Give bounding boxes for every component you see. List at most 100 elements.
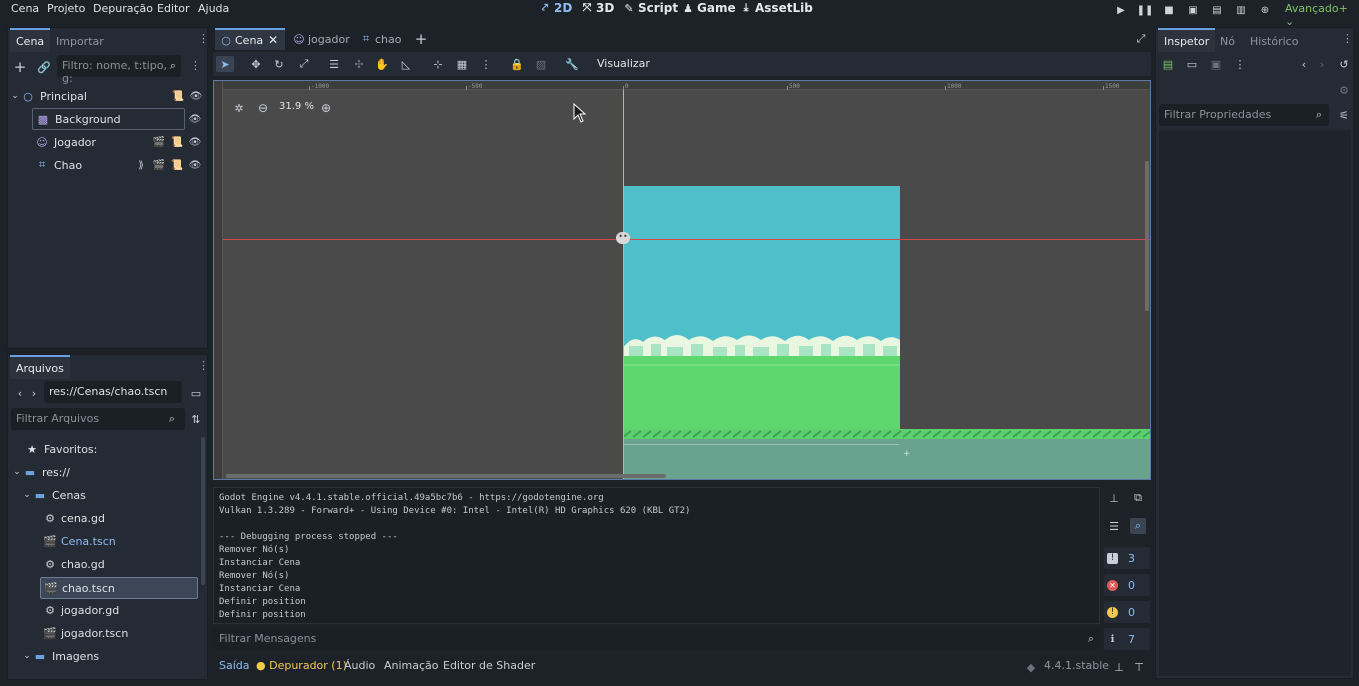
vertical-scrollbar[interactable]: [1145, 161, 1149, 311]
snap-options-icon[interactable]: ⋮: [477, 56, 495, 72]
zoom-level[interactable]: 31.9 %: [279, 101, 314, 112]
message-filter-input[interactable]: Filtrar Mensagens: [213, 628, 1100, 650]
filter-info-button[interactable]: ℹ 7: [1104, 628, 1150, 650]
property-filter-input[interactable]: Filtrar Propriedades: [1159, 104, 1329, 126]
select-tool-icon[interactable]: ➤: [216, 56, 234, 72]
group-icon[interactable]: ▨: [532, 56, 550, 72]
horizontal-scrollbar[interactable]: [226, 474, 666, 478]
pin-icon[interactable]: ⊥: [1111, 659, 1127, 675]
file-row-jogador-gd[interactable]: ⚙ jogador.gd: [42, 599, 119, 621]
play-custom-scene-icon[interactable]: ▥: [1232, 2, 1250, 18]
more-options-icon[interactable]: ⋮: [1342, 32, 1353, 48]
history-forward-icon[interactable]: ›: [1314, 56, 1330, 72]
copy-output-icon[interactable]: ⧉: [1130, 490, 1146, 506]
visibility-icon[interactable]: 👁: [188, 158, 202, 172]
pause-icon[interactable]: ❚❚: [1136, 2, 1154, 18]
new-resource-icon[interactable]: ▤: [1160, 56, 1176, 72]
inspector-options-icon[interactable]: ⚟: [1336, 107, 1352, 123]
scene-options-icon[interactable]: ⋮: [190, 59, 201, 75]
tab-arquivos[interactable]: Arquivos: [10, 355, 70, 379]
tab-editor-de-shader[interactable]: Editor de Shader: [443, 659, 535, 672]
stop-icon[interactable]: ■: [1160, 2, 1178, 18]
scale-tool-icon[interactable]: ⤢: [295, 56, 313, 72]
tab-historico[interactable]: Histórico: [1244, 28, 1304, 52]
list-select-icon[interactable]: ☰: [325, 56, 343, 72]
split-view-icon[interactable]: ▭: [188, 385, 204, 401]
file-row-cena-tscn[interactable]: 🎬 Cena.tscn: [42, 530, 116, 552]
load-resource-icon[interactable]: ▭: [1184, 56, 1200, 72]
tab-audio[interactable]: Áudio: [344, 659, 375, 672]
tab-no[interactable]: Nó: [1214, 28, 1241, 52]
zoom-in-icon[interactable]: ⊕: [318, 100, 334, 116]
filter-errors-button[interactable]: ✕ 0: [1104, 574, 1150, 596]
script-attached-icon[interactable]: 📜: [170, 158, 184, 172]
folder-row-res[interactable]: ⌄ ▬ res://: [12, 461, 70, 483]
visualizar-menu[interactable]: Visualizar: [597, 57, 650, 70]
menu-cena[interactable]: Cena: [11, 2, 39, 15]
node-row-background[interactable]: ▩ Background: [32, 108, 185, 130]
scene-filter-input[interactable]: Filtro: nome, t:tipo, g:: [57, 55, 181, 85]
visibility-icon[interactable]: 👁: [189, 89, 203, 103]
ground-area[interactable]: +: [623, 429, 1150, 479]
workspace-2d-button[interactable]: ⤤ 2D: [539, 1, 572, 15]
output-log[interactable]: Godot Engine v4.4.1.stable.official.49a5…: [213, 487, 1100, 624]
lock-icon[interactable]: 🔒: [508, 56, 526, 72]
play-icon[interactable]: ▶: [1112, 2, 1130, 18]
renderer-selector[interactable]: Avançado+ ⌄: [1285, 2, 1359, 28]
zoom-out-icon[interactable]: ⊖: [255, 100, 271, 116]
move-tool-icon[interactable]: ✥: [247, 56, 265, 72]
pivot-tool-icon[interactable]: ✣: [350, 56, 368, 72]
tab-saida[interactable]: Saída: [219, 659, 250, 672]
node-row-chao[interactable]: ⌗ Chao: [34, 154, 134, 176]
expand-panel-icon[interactable]: ⊤: [1131, 659, 1147, 675]
rotate-tool-icon[interactable]: ↻: [270, 56, 288, 72]
ruler-tool-icon[interactable]: ◺: [397, 56, 415, 72]
script-attached-icon[interactable]: 📜: [171, 89, 185, 103]
tab-scene-jogador[interactable]: ☺ jogador: [288, 28, 356, 50]
tab-scene-cena[interactable]: ○ Cena ✕: [215, 28, 286, 50]
add-tab-icon[interactable]: +: [413, 30, 429, 48]
menu-projeto[interactable]: Projeto: [47, 2, 85, 15]
canvas-viewport[interactable]: -1000 -500 0 500 1000 1500 + •• ✲ ⊖ 31.9…: [213, 80, 1151, 480]
tab-scene-chao[interactable]: ⌗ chao: [355, 28, 408, 50]
filter-warnings-button[interactable]: ! 0: [1104, 601, 1150, 623]
signal-icon[interactable]: ⟫: [134, 158, 148, 172]
chevron-down-icon[interactable]: ⌄: [10, 88, 20, 104]
tab-importar[interactable]: Importar: [50, 28, 110, 52]
workspace-game-button[interactable]: ♟ Game: [682, 1, 736, 15]
menu-editor[interactable]: Editor: [157, 2, 190, 15]
menu-ajuda[interactable]: Ajuda: [198, 2, 229, 15]
script-attached-icon[interactable]: 📜: [170, 135, 184, 149]
folder-row-imagens[interactable]: ⌄ ▬ Imagens: [22, 645, 99, 667]
file-row-jogador-tscn[interactable]: 🎬 jogador.tscn: [42, 622, 128, 644]
grid-snap-icon[interactable]: ▦: [453, 56, 471, 72]
visibility-icon[interactable]: 👁: [188, 112, 202, 126]
filter-messages-button[interactable]: ! 3: [1104, 547, 1150, 569]
workspace-script-button[interactable]: ✎ Script: [623, 1, 678, 15]
favorites-row[interactable]: ★ Favoritos:: [24, 438, 97, 460]
chevron-down-icon[interactable]: ⌄: [22, 648, 32, 664]
save-resource-icon[interactable]: ▣: [1208, 56, 1224, 72]
more-options-icon[interactable]: ⋮: [198, 32, 209, 48]
visibility-icon[interactable]: 👁: [188, 135, 202, 149]
menu-depuracao[interactable]: Depuração: [93, 2, 153, 15]
instance-scene-icon[interactable]: 🎬: [152, 158, 166, 172]
chevron-down-icon[interactable]: ⌄: [22, 487, 32, 503]
center-view-icon[interactable]: ✲: [231, 100, 247, 116]
sort-icon[interactable]: ⇅: [188, 411, 204, 427]
bone-icon[interactable]: 🔧: [563, 56, 581, 72]
file-filter-input[interactable]: Filtrar Arquivos: [11, 408, 185, 430]
add-node-icon[interactable]: +: [12, 58, 28, 76]
instance-scene-icon[interactable]: 🎬: [152, 135, 166, 149]
close-icon[interactable]: ✕: [267, 32, 279, 48]
player-sprite-icon[interactable]: ••: [616, 232, 630, 244]
tab-animacao[interactable]: Animação: [384, 659, 439, 672]
background-sprite[interactable]: [623, 186, 900, 429]
forward-icon[interactable]: ›: [26, 385, 42, 401]
file-row-cena-gd[interactable]: ⚙ cena.gd: [42, 507, 105, 529]
smart-snap-icon[interactable]: ⊹: [429, 56, 447, 72]
file-row-chao-gd[interactable]: ⚙ chao.gd: [42, 553, 105, 575]
distraction-free-icon[interactable]: ⤢: [1133, 31, 1149, 47]
tab-cena[interactable]: Cena: [10, 28, 51, 52]
play-scene-icon[interactable]: ▤: [1208, 2, 1226, 18]
